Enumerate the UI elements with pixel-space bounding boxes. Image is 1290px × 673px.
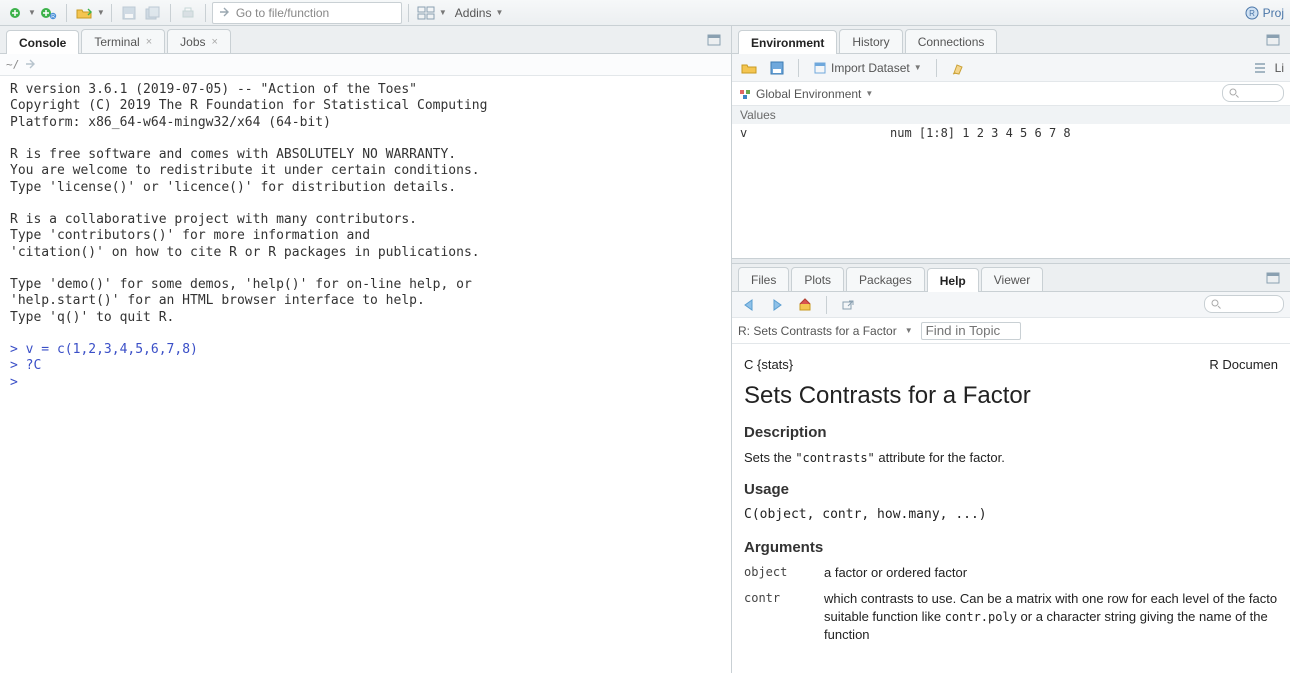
main-toolbar: ▼ R ▼ Go to file/function ▼ Addi: [0, 0, 1290, 26]
tab-jobs[interactable]: Jobs×: [167, 29, 231, 53]
list-mode-label: Li: [1275, 61, 1284, 75]
help-home-icon[interactable]: [794, 294, 816, 316]
help-heading-description: Description: [744, 424, 1278, 441]
help-doc-type: R Documen: [1209, 356, 1278, 374]
maximize-pane-icon[interactable]: [1262, 267, 1284, 289]
console-tabs: Console Terminal× Jobs×: [0, 26, 731, 54]
tab-environment[interactable]: Environment: [738, 30, 837, 54]
help-argument-row: contr which contrasts to use. Can be a m…: [744, 590, 1278, 645]
chevron-down-icon: ▼: [914, 63, 922, 72]
dropdown-icon[interactable]: ▼: [97, 8, 105, 17]
help-argument-row: object a factor or ordered factor: [744, 564, 1278, 582]
env-toolbar: Import Dataset ▼ Li: [732, 54, 1290, 82]
new-project-icon[interactable]: R: [38, 2, 60, 24]
chevron-down-icon: ▼: [495, 8, 503, 17]
tab-help[interactable]: Help: [927, 268, 979, 292]
env-body: Values v num [1:8] 1 2 3 4 5 6 7 8: [732, 106, 1290, 258]
help-forward-icon[interactable]: [766, 294, 788, 316]
arg-name: contr: [744, 590, 824, 645]
help-title: Sets Contrasts for a Factor: [744, 382, 1278, 410]
env-tabs: Environment History Connections: [732, 26, 1290, 54]
tab-plots[interactable]: Plots: [791, 267, 844, 291]
goto-file-input[interactable]: Go to file/function: [212, 2, 402, 24]
project-menu[interactable]: R Proj: [1245, 0, 1284, 26]
maximize-pane-icon[interactable]: [703, 29, 725, 51]
help-document[interactable]: C {stats} R Documen Sets Contrasts for a…: [732, 344, 1290, 673]
help-usage: C(object, contr, how.many, ...): [744, 506, 1278, 524]
arg-name: object: [744, 564, 824, 582]
help-breadcrumb: R: Sets Contrasts for a Factor: [738, 324, 897, 338]
tab-console[interactable]: Console: [6, 30, 79, 54]
help-tabs: Files Plots Packages Help Viewer: [732, 264, 1290, 292]
globe-icon: [738, 87, 752, 101]
goto-icon: [219, 7, 230, 18]
search-icon: [1229, 88, 1239, 98]
clear-workspace-icon[interactable]: [947, 57, 969, 79]
env-scope-label[interactable]: Global Environment: [756, 87, 861, 101]
tab-history[interactable]: History: [839, 29, 902, 53]
help-back-icon[interactable]: [738, 294, 760, 316]
chevron-down-icon[interactable]: ▼: [865, 89, 873, 98]
maximize-pane-icon[interactable]: [1262, 29, 1284, 51]
help-heading-usage: Usage: [744, 481, 1278, 498]
env-scope-bar: Global Environment ▼: [732, 82, 1290, 106]
import-icon: [813, 61, 827, 75]
help-arguments-table: object a factor or ordered factor contr …: [744, 564, 1278, 645]
close-icon[interactable]: ×: [212, 36, 218, 48]
help-search-input[interactable]: [1204, 295, 1284, 313]
save-workspace-icon[interactable]: [766, 57, 788, 79]
console-subbar: ~/: [0, 54, 731, 76]
import-dataset-menu[interactable]: Import Dataset ▼: [809, 61, 926, 75]
addins-menu[interactable]: Addins ▼: [449, 2, 510, 24]
arg-desc: which contrasts to use. Can be a matrix …: [824, 590, 1278, 645]
search-icon: [1211, 299, 1221, 309]
help-heading-arguments: Arguments: [744, 539, 1278, 556]
help-popout-icon[interactable]: [837, 294, 859, 316]
find-in-topic-input[interactable]: [921, 322, 1021, 340]
tab-connections[interactable]: Connections: [905, 29, 998, 53]
help-nav-toolbar: [732, 292, 1290, 318]
print-icon[interactable]: [177, 2, 199, 24]
svg-text:R: R: [1249, 9, 1255, 18]
env-row[interactable]: v num [1:8] 1 2 3 4 5 6 7 8: [732, 124, 1290, 142]
env-section-values: Values: [732, 106, 1290, 124]
new-file-icon[interactable]: [4, 2, 26, 24]
help-description: Sets the "contrasts" attribute for the f…: [744, 449, 1278, 467]
close-icon[interactable]: ×: [146, 36, 152, 48]
load-workspace-icon[interactable]: [738, 57, 760, 79]
help-breadcrumb-bar: R: Sets Contrasts for a Factor ▼: [732, 318, 1290, 344]
dropdown-icon[interactable]: ▼: [439, 8, 447, 17]
svg-text:R: R: [51, 14, 55, 20]
env-var-value: num [1:8] 1 2 3 4 5 6 7 8: [890, 126, 1071, 140]
tab-terminal[interactable]: Terminal×: [81, 29, 165, 53]
tab-viewer[interactable]: Viewer: [981, 267, 1043, 291]
console-output[interactable]: R version 3.6.1 (2019-07-05) -- "Action …: [0, 76, 731, 673]
open-file-icon[interactable]: [73, 2, 95, 24]
chevron-down-icon[interactable]: ▼: [905, 326, 913, 335]
tab-packages[interactable]: Packages: [846, 267, 925, 291]
dropdown-icon[interactable]: ▼: [28, 8, 36, 17]
pane-layout-icon[interactable]: [415, 2, 437, 24]
save-icon[interactable]: [118, 2, 140, 24]
list-view-icon[interactable]: [1249, 57, 1271, 79]
goto-dir-icon[interactable]: [25, 59, 36, 70]
arg-desc: a factor or ordered factor: [824, 564, 1278, 582]
r-project-icon: R: [1245, 6, 1259, 20]
env-var-name: v: [740, 126, 890, 140]
tab-files[interactable]: Files: [738, 267, 789, 291]
console-working-dir: ~/: [6, 58, 19, 71]
goto-placeholder: Go to file/function: [236, 6, 329, 20]
save-all-icon[interactable]: [142, 2, 164, 24]
help-doc-package: C {stats}: [744, 356, 793, 374]
env-search-input[interactable]: [1222, 84, 1284, 102]
